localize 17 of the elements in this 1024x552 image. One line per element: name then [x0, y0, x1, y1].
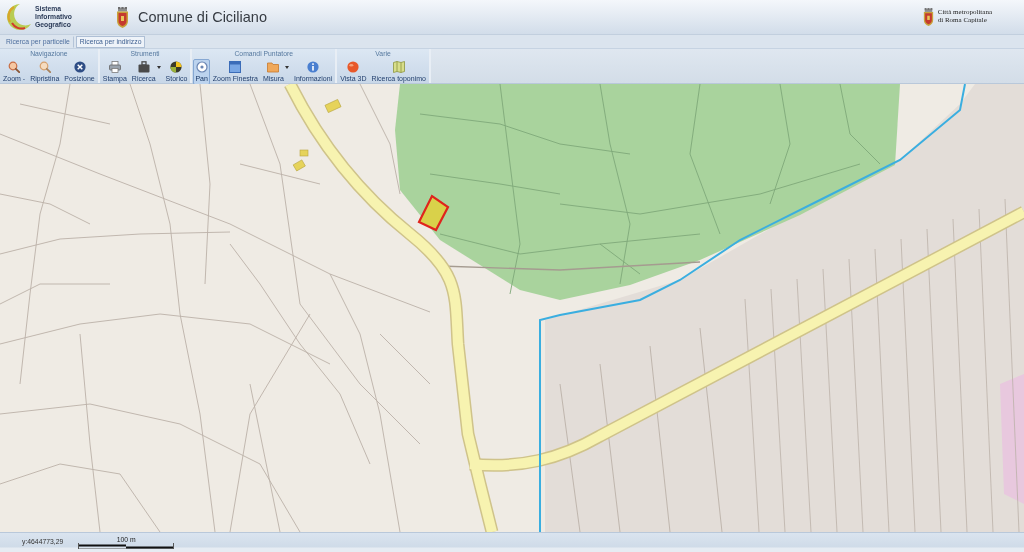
cross-circle-icon	[73, 61, 86, 73]
folded-map-icon	[392, 61, 405, 73]
folder-icon	[267, 61, 280, 73]
crest-icon	[116, 6, 129, 28]
map-drawing[interactable]	[0, 84, 1024, 532]
crest-icon	[922, 8, 934, 26]
logo-icon	[5, 3, 31, 31]
magnifier-icon	[38, 61, 51, 73]
printer-icon	[108, 61, 121, 73]
magnifier-icon	[8, 61, 21, 73]
info-icon	[307, 61, 320, 73]
ball-icon	[170, 61, 183, 73]
window-icon	[229, 61, 242, 73]
briefcase-icon	[137, 61, 150, 73]
ring-icon	[195, 61, 208, 73]
app-title: Comune di Ciciliano	[138, 9, 267, 25]
sphere-icon	[347, 61, 360, 73]
